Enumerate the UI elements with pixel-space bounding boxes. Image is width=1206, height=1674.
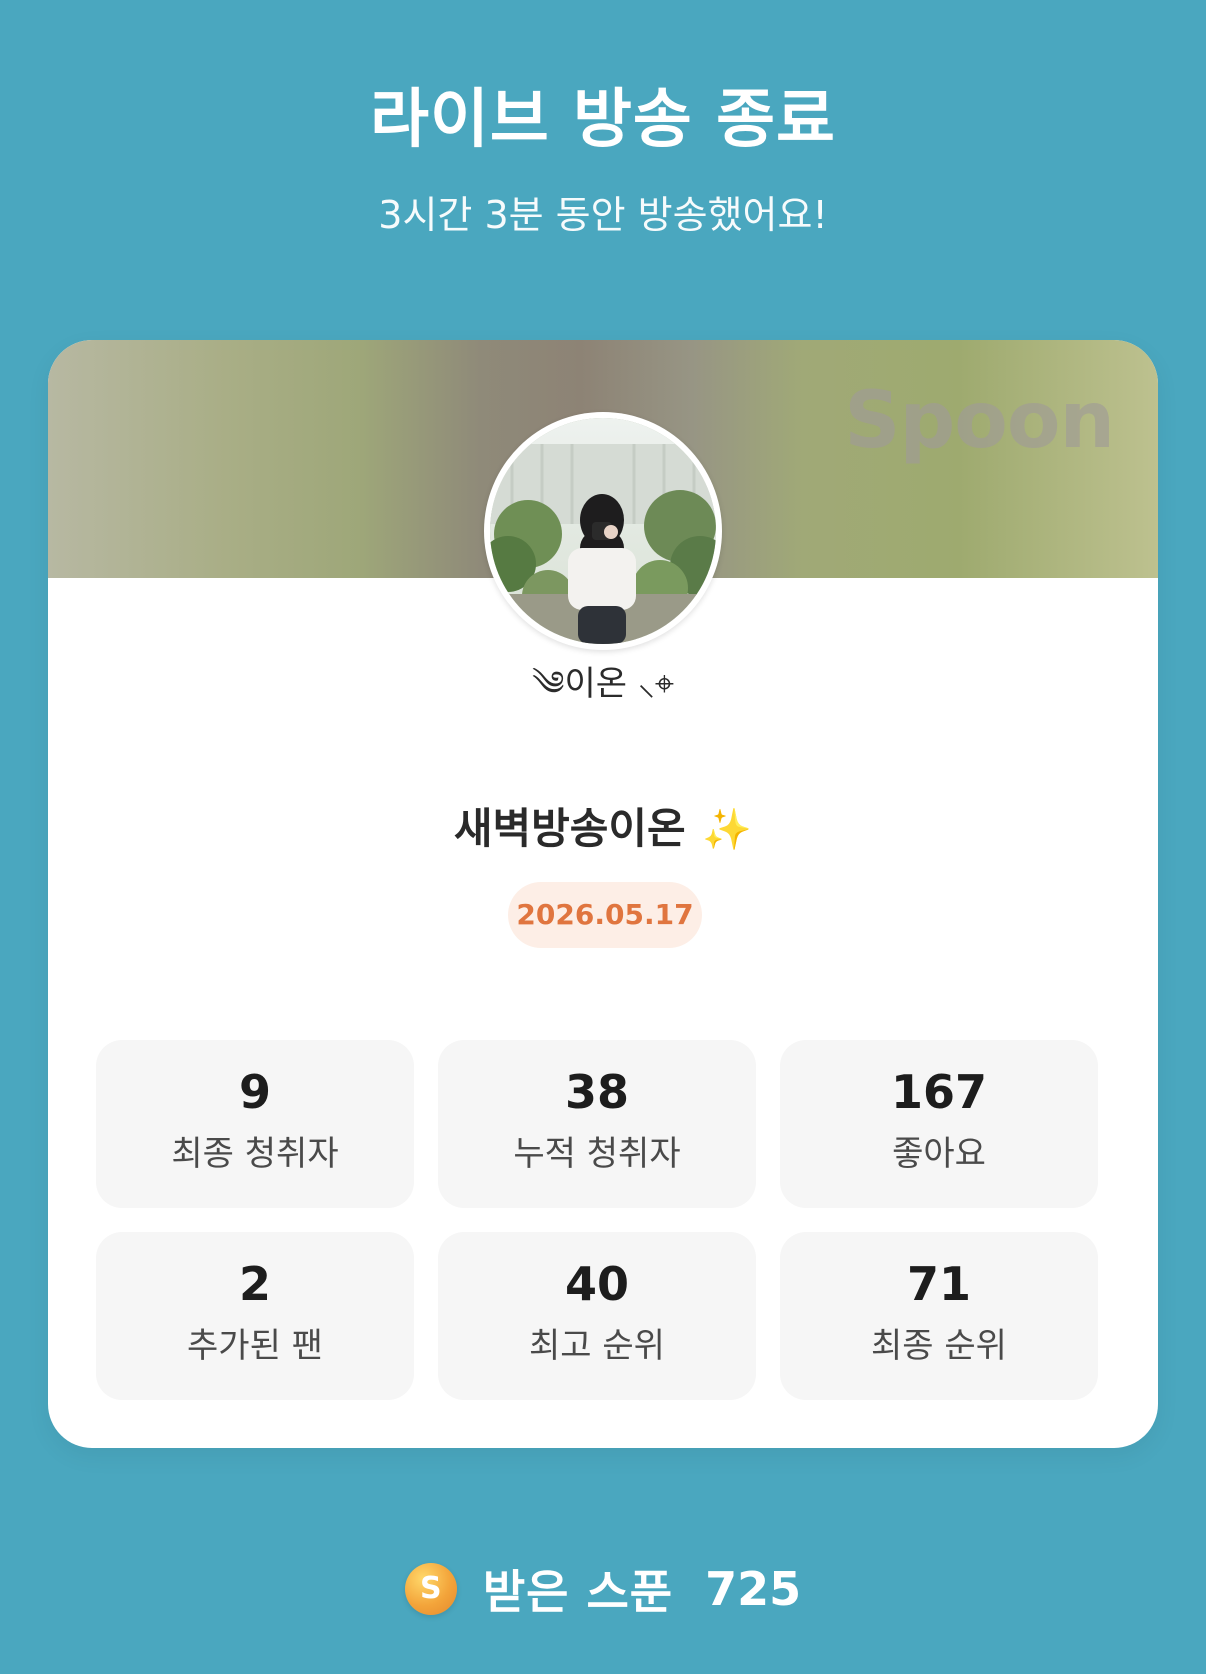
stat-total-listeners: 38 누적 청취자 — [438, 1040, 756, 1208]
stat-value: 9 — [238, 1065, 271, 1119]
stat-best-rank: 40 최고 순위 — [438, 1232, 756, 1400]
stat-value: 40 — [564, 1257, 629, 1311]
received-spoons-label: 받은 스푼 — [482, 1565, 674, 1619]
sparkle-emoji-icon: ✨ — [702, 807, 753, 853]
stat-label: 최종 청취자 — [171, 1134, 339, 1174]
page-title: 라이브 방송 종료 — [370, 83, 836, 157]
stat-value: 167 — [890, 1065, 988, 1119]
avatar-photo — [490, 418, 716, 644]
broadcast-title: 새벽방송이온 ✨ — [48, 798, 1158, 861]
broadcast-duration-text: 3시간 3분 동안 방송했어요! — [378, 193, 828, 237]
avatar-image — [490, 418, 716, 644]
spoon-coin-icon: S — [404, 1563, 457, 1615]
stat-added-fans: 2 추가된 팬 — [96, 1232, 414, 1400]
stat-label: 좋아요 — [892, 1134, 986, 1174]
stat-final-listeners: 9 최종 청취자 — [96, 1040, 414, 1208]
broadcast-title-text: 새벽방송이온 — [453, 804, 686, 853]
stats-grid: 9 최종 청취자 38 누적 청취자 167 좋아요 2 추가된 팬 40 최고… — [96, 1040, 1110, 1400]
stat-value: 71 — [906, 1257, 971, 1311]
stat-label: 최고 순위 — [529, 1326, 665, 1366]
avatar[interactable] — [484, 412, 722, 650]
received-spoons: S 받은 스푼 725 — [0, 1556, 1206, 1622]
nickname: ༄이온 ⸜⌖ — [532, 664, 674, 704]
header: 라이브 방송 종료 3시간 3분 동안 방송했어요! — [0, 70, 1206, 242]
stat-label: 최종 순위 — [871, 1326, 1007, 1366]
stat-likes: 167 좋아요 — [780, 1040, 1098, 1208]
stat-final-rank: 71 최종 순위 — [780, 1232, 1098, 1400]
spoon-watermark: Spoon — [844, 376, 1115, 466]
stat-label: 추가된 팬 — [187, 1326, 323, 1366]
stat-label: 누적 청취자 — [513, 1134, 681, 1174]
stat-value: 2 — [238, 1257, 271, 1311]
broadcast-summary-card: Spoon ༄이온 ⸜⌖ 새벽방송이온 ✨ 2026.05.17 9 최종 청취… — [48, 340, 1158, 1448]
received-spoons-count: 725 — [705, 1562, 802, 1616]
date-badge: 2026.05.17 — [508, 882, 702, 948]
stat-value: 38 — [564, 1065, 629, 1119]
